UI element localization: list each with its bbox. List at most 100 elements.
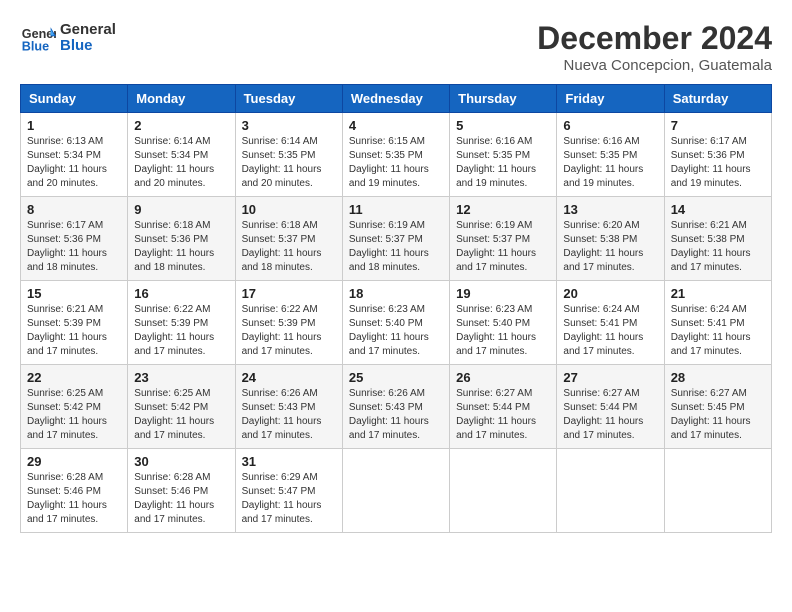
day-info: Sunrise: 6:16 AMSunset: 5:35 PMDaylight:… (563, 135, 657, 191)
day-number: 13 (563, 202, 657, 217)
table-row: 7 Sunrise: 6:17 AMSunset: 5:36 PMDaylight… (664, 113, 771, 197)
day-number: 9 (134, 202, 228, 217)
day-number: 6 (563, 118, 657, 133)
table-row: 30 Sunrise: 6:28 AMSunset: 5:46 PMDayligh… (128, 449, 235, 533)
day-info: Sunrise: 6:25 AMSunset: 5:42 PMDaylight:… (27, 387, 121, 443)
day-info: Sunrise: 6:19 AMSunset: 5:37 PMDaylight:… (349, 219, 443, 275)
table-row: 22 Sunrise: 6:25 AMSunset: 5:42 PMDayligh… (21, 365, 128, 449)
table-row: 20 Sunrise: 6:24 AMSunset: 5:41 PMDayligh… (557, 281, 664, 365)
table-row: 31 Sunrise: 6:29 AMSunset: 5:47 PMDayligh… (235, 449, 342, 533)
day-info: Sunrise: 6:22 AMSunset: 5:39 PMDaylight:… (242, 303, 336, 359)
logo-text-general: General (60, 22, 116, 39)
table-row: 28Sunrise: 6:27 AMSunset: 5:45 PMDayligh… (664, 365, 771, 449)
day-number: 24 (242, 370, 336, 385)
day-info: Sunrise: 6:17 AMSunset: 5:36 PMDaylight:… (27, 219, 121, 275)
day-info: Sunrise: 6:28 AMSunset: 5:46 PMDaylight:… (134, 471, 228, 527)
table-row: 6 Sunrise: 6:16 AMSunset: 5:35 PMDaylight… (557, 113, 664, 197)
day-number: 19 (456, 286, 550, 301)
table-row (450, 449, 557, 533)
calendar-week-row: 22 Sunrise: 6:25 AMSunset: 5:42 PMDayligh… (21, 365, 772, 449)
table-row: 29Sunrise: 6:28 AMSunset: 5:46 PMDayligh… (21, 449, 128, 533)
day-info: Sunrise: 6:21 AMSunset: 5:39 PMDaylight:… (27, 303, 121, 359)
table-row: 16Sunrise: 6:22 AMSunset: 5:39 PMDayligh… (128, 281, 235, 365)
month-title: December 2024 (537, 20, 772, 57)
day-info: Sunrise: 6:19 AMSunset: 5:37 PMDaylight:… (456, 219, 550, 275)
day-info: Sunrise: 6:24 AMSunset: 5:41 PMDaylight:… (671, 303, 765, 359)
day-number: 8 (27, 202, 121, 217)
table-row: 2Sunrise: 6:14 AMSunset: 5:34 PMDaylight… (128, 113, 235, 197)
col-monday: Monday (128, 85, 235, 113)
table-row: 18Sunrise: 6:23 AMSunset: 5:40 PMDayligh… (342, 281, 449, 365)
day-number: 7 (671, 118, 765, 133)
day-number: 31 (242, 454, 336, 469)
table-row: 11 Sunrise: 6:19 AMSunset: 5:37 PMDayligh… (342, 197, 449, 281)
day-number: 22 (27, 370, 121, 385)
day-info: Sunrise: 6:17 AMSunset: 5:36 PMDaylight:… (671, 135, 765, 191)
col-thursday: Thursday (450, 85, 557, 113)
table-row: 15 Sunrise: 6:21 AMSunset: 5:39 PMDayligh… (21, 281, 128, 365)
table-row: 1 Sunrise: 6:13 AMSunset: 5:34 PMDaylight… (21, 113, 128, 197)
day-number: 3 (242, 118, 336, 133)
day-number: 18 (349, 286, 443, 301)
day-number: 29 (27, 454, 121, 469)
day-number: 26 (456, 370, 550, 385)
col-saturday: Saturday (664, 85, 771, 113)
day-info: Sunrise: 6:26 AMSunset: 5:43 PMDaylight:… (242, 387, 336, 443)
svg-text:Blue: Blue (22, 40, 49, 54)
day-info: Sunrise: 6:13 AMSunset: 5:34 PMDaylight:… (27, 135, 121, 191)
day-info: Sunrise: 6:27 AMSunset: 5:44 PMDaylight:… (456, 387, 550, 443)
table-row: 10Sunrise: 6:18 AMSunset: 5:37 PMDayligh… (235, 197, 342, 281)
day-info: Sunrise: 6:14 AMSunset: 5:34 PMDaylight:… (134, 135, 228, 191)
col-sunday: Sunday (21, 85, 128, 113)
day-number: 23 (134, 370, 228, 385)
day-number: 12 (456, 202, 550, 217)
day-number: 17 (242, 286, 336, 301)
col-wednesday: Wednesday (342, 85, 449, 113)
calendar-header-row: Sunday Monday Tuesday Wednesday Thursday… (21, 85, 772, 113)
day-info: Sunrise: 6:16 AMSunset: 5:35 PMDaylight:… (456, 135, 550, 191)
table-row: 12 Sunrise: 6:19 AMSunset: 5:37 PMDayligh… (450, 197, 557, 281)
location-subtitle: Nueva Concepcion, Guatemala (537, 57, 772, 74)
day-info: Sunrise: 6:18 AMSunset: 5:36 PMDaylight:… (134, 219, 228, 275)
day-info: Sunrise: 6:26 AMSunset: 5:43 PMDaylight:… (349, 387, 443, 443)
table-row: 25 Sunrise: 6:26 AMSunset: 5:43 PMDayligh… (342, 365, 449, 449)
table-row: 4Sunrise: 6:15 AMSunset: 5:35 PMDaylight… (342, 113, 449, 197)
table-row (342, 449, 449, 533)
table-row: 21 Sunrise: 6:24 AMSunset: 5:41 PMDayligh… (664, 281, 771, 365)
day-info: Sunrise: 6:29 AMSunset: 5:47 PMDaylight:… (242, 471, 336, 527)
table-row: 27Sunrise: 6:27 AMSunset: 5:44 PMDayligh… (557, 365, 664, 449)
day-number: 1 (27, 118, 121, 133)
page-header: General Blue General Blue December 2024 … (20, 20, 772, 74)
day-number: 11 (349, 202, 443, 217)
calendar-week-row: 8 Sunrise: 6:17 AMSunset: 5:36 PMDaylight… (21, 197, 772, 281)
day-info: Sunrise: 6:18 AMSunset: 5:37 PMDaylight:… (242, 219, 336, 275)
day-number: 21 (671, 286, 765, 301)
calendar-table: Sunday Monday Tuesday Wednesday Thursday… (20, 84, 772, 533)
table-row: 14 Sunrise: 6:21 AMSunset: 5:38 PMDayligh… (664, 197, 771, 281)
day-info: Sunrise: 6:20 AMSunset: 5:38 PMDaylight:… (563, 219, 657, 275)
day-number: 30 (134, 454, 228, 469)
day-info: Sunrise: 6:23 AMSunset: 5:40 PMDaylight:… (456, 303, 550, 359)
day-number: 20 (563, 286, 657, 301)
calendar-week-row: 1 Sunrise: 6:13 AMSunset: 5:34 PMDaylight… (21, 113, 772, 197)
day-info: Sunrise: 6:24 AMSunset: 5:41 PMDaylight:… (563, 303, 657, 359)
day-number: 5 (456, 118, 550, 133)
day-info: Sunrise: 6:21 AMSunset: 5:38 PMDaylight:… (671, 219, 765, 275)
calendar-week-row: 15 Sunrise: 6:21 AMSunset: 5:39 PMDayligh… (21, 281, 772, 365)
day-info: Sunrise: 6:22 AMSunset: 5:39 PMDaylight:… (134, 303, 228, 359)
table-row: 17 Sunrise: 6:22 AMSunset: 5:39 PMDayligh… (235, 281, 342, 365)
day-number: 15 (27, 286, 121, 301)
day-number: 25 (349, 370, 443, 385)
day-info: Sunrise: 6:25 AMSunset: 5:42 PMDaylight:… (134, 387, 228, 443)
table-row: 13 Sunrise: 6:20 AMSunset: 5:38 PMDayligh… (557, 197, 664, 281)
day-info: Sunrise: 6:27 AMSunset: 5:45 PMDaylight:… (671, 387, 765, 443)
day-info: Sunrise: 6:27 AMSunset: 5:44 PMDaylight:… (563, 387, 657, 443)
table-row: 5 Sunrise: 6:16 AMSunset: 5:35 PMDaylight… (450, 113, 557, 197)
table-row: 9 Sunrise: 6:18 AMSunset: 5:36 PMDaylight… (128, 197, 235, 281)
table-row: 24 Sunrise: 6:26 AMSunset: 5:43 PMDayligh… (235, 365, 342, 449)
day-number: 14 (671, 202, 765, 217)
table-row: 3Sunrise: 6:14 AMSunset: 5:35 PMDaylight… (235, 113, 342, 197)
logo-text-blue: Blue (60, 38, 116, 55)
table-row (557, 449, 664, 533)
col-tuesday: Tuesday (235, 85, 342, 113)
